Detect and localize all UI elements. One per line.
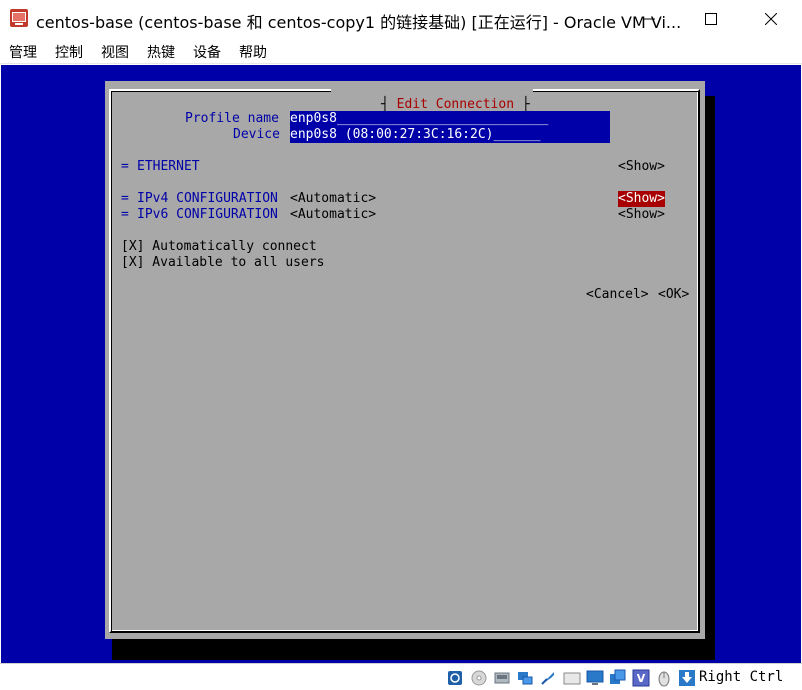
maximize-icon (705, 13, 717, 25)
ipv4-label: IPv4 CONFIGURATION (137, 191, 278, 206)
host-key-label: Right Ctrl (699, 669, 784, 685)
profile-name-label: Profile name (185, 111, 279, 126)
minimize-button[interactable] (626, 0, 672, 38)
edit-connection-dialog: ┤ Edit Connection ├ Profile name enp0s8_… (105, 81, 705, 639)
minimize-icon (643, 18, 655, 20)
ok-button[interactable]: <OK> (658, 287, 689, 303)
ipv6-show-button[interactable]: <Show> (618, 207, 665, 223)
ipv6-mode-select[interactable]: <Automatic> (290, 207, 376, 223)
ipv6-marker: = (121, 207, 129, 222)
status-bar: V Right Ctrl (0, 663, 802, 690)
menu-item-help[interactable]: 帮助 (239, 42, 267, 62)
window-title: centos-base (centos-base 和 centos-copy1 … (36, 13, 682, 32)
ethernet-label: ETHERNET (137, 159, 200, 174)
video-capture-icon[interactable] (609, 669, 627, 687)
menu-item-hotkeys[interactable]: 热键 (147, 42, 175, 62)
auto-connect-checkbox[interactable]: [X] Automatically connect (121, 239, 317, 255)
usb-icon[interactable] (539, 669, 557, 687)
virtualization-icon[interactable]: V (632, 669, 650, 687)
menu-item-devices[interactable]: 设备 (193, 42, 221, 62)
maximize-button[interactable] (688, 0, 734, 38)
audio-icon[interactable] (493, 669, 511, 687)
network-icon[interactable] (516, 669, 534, 687)
svg-text:V: V (637, 672, 646, 685)
device-label: Device (233, 127, 280, 142)
menu-item-control[interactable]: 控制 (55, 42, 83, 62)
dialog-title: Edit Connection (396, 97, 515, 112)
close-icon (765, 13, 777, 25)
ipv4-show-button[interactable]: <Show> (618, 191, 665, 207)
profile-name-input[interactable]: enp0s8___________________________ (290, 111, 610, 127)
ethernet-show-button[interactable]: <Show> (618, 159, 665, 175)
hard-disk-icon[interactable] (446, 669, 464, 687)
dialog-title-wrap: ┤ Edit Connection ├ (331, 81, 533, 112)
menu-item-view[interactable]: 视图 (101, 42, 129, 62)
ipv6-label: IPv6 CONFIGURATION (137, 207, 278, 222)
virtualbox-vm-icon (10, 9, 28, 27)
window-titlebar[interactable]: centos-base (centos-base 和 centos-copy1 … (0, 0, 802, 38)
menu-item-manage[interactable]: 管理 (9, 42, 37, 62)
close-button[interactable] (748, 0, 794, 38)
cancel-button[interactable]: <Cancel> (586, 287, 649, 303)
device-input[interactable]: enp0s8 (08:00:27:3C:16:2C)______ (290, 127, 610, 143)
ipv4-mode-select[interactable]: <Automatic> (290, 191, 376, 207)
optical-drive-icon[interactable] (470, 669, 488, 687)
vm-screen[interactable]: ┤ Edit Connection ├ Profile name enp0s8_… (1, 65, 801, 663)
mouse-integration-icon[interactable] (655, 669, 673, 687)
ethernet-marker: = (121, 159, 129, 174)
ipv4-marker: = (121, 191, 129, 206)
arrow-down-icon[interactable] (678, 669, 696, 687)
all-users-checkbox[interactable]: [X] Available to all users (121, 255, 325, 271)
shared-folder-icon[interactable] (563, 669, 581, 687)
display-icon[interactable] (586, 669, 604, 687)
menu-bar: 管理 控制 视图 热键 设备 帮助 (0, 38, 802, 64)
